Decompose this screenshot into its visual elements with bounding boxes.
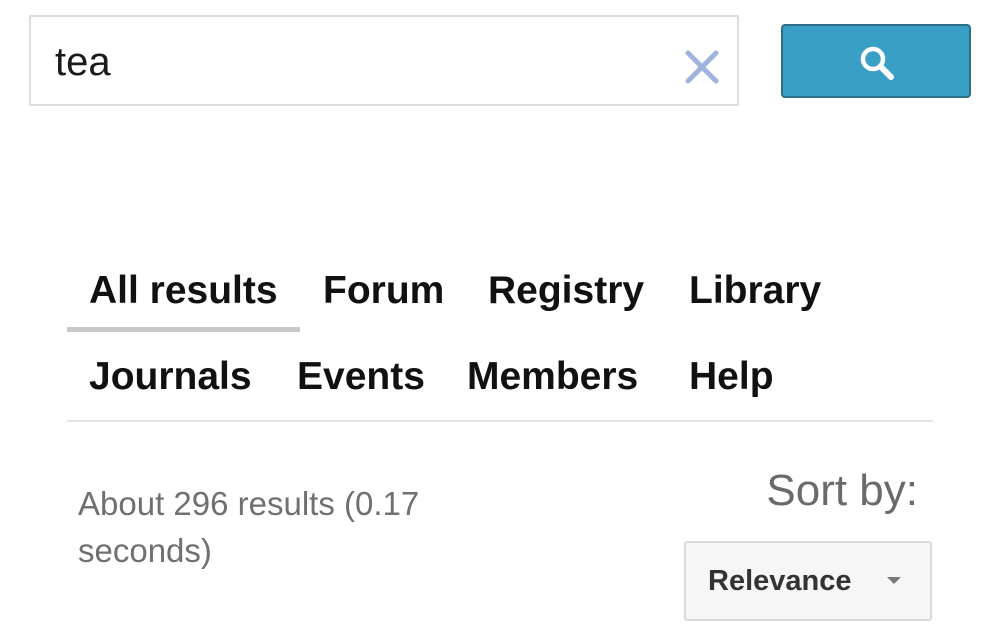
chevron-down-icon <box>887 577 901 584</box>
search-icon <box>860 46 894 80</box>
search-button[interactable] <box>781 24 971 98</box>
tabs-row-1: All results Forum Registry Library <box>67 248 937 334</box>
search-box[interactable] <box>29 15 739 106</box>
tab-all-results[interactable]: All results <box>89 248 278 334</box>
tab-events[interactable]: Events <box>297 334 425 420</box>
search-input[interactable] <box>55 35 655 89</box>
tab-library[interactable]: Library <box>689 248 821 334</box>
sort-label: Sort by: <box>766 466 918 515</box>
results-count: About 296 results (0.17 seconds) <box>78 485 420 569</box>
tab-registry[interactable]: Registry <box>488 248 644 334</box>
search-results-page: All results Forum Registry Library Journ… <box>0 0 1000 624</box>
tab-forum[interactable]: Forum <box>323 248 444 334</box>
close-icon[interactable] <box>685 50 719 84</box>
tabs-row-2: Journals Events Members Help <box>67 334 937 420</box>
active-tab-indicator <box>67 327 300 332</box>
sort-dropdown[interactable]: Relevance <box>684 541 932 621</box>
sort-selected-value: Relevance <box>708 565 852 597</box>
tab-members[interactable]: Members <box>467 334 638 420</box>
tab-journals[interactable]: Journals <box>89 334 252 420</box>
tabs-divider <box>67 420 933 422</box>
tab-help[interactable]: Help <box>689 334 774 420</box>
